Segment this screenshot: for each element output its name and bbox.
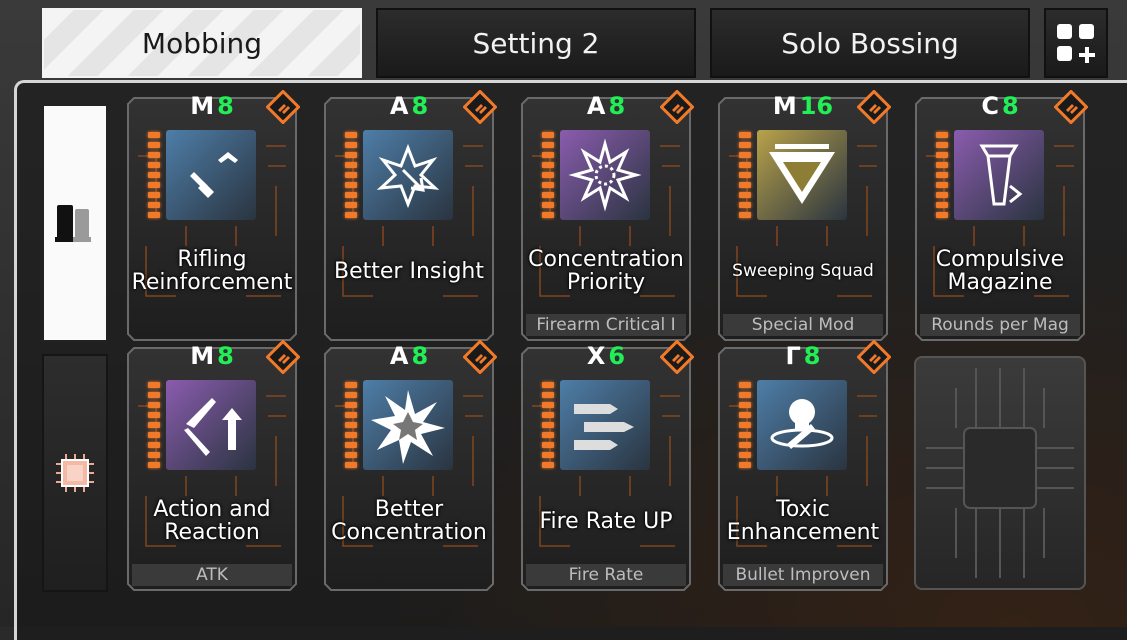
ammo-type-icon bbox=[266, 340, 300, 374]
bullets-icon bbox=[574, 404, 634, 450]
module-card[interactable]: M 8 Action and Reaction ATK bbox=[126, 340, 300, 592]
ammo-type-icon bbox=[266, 90, 300, 124]
module-card[interactable]: M 8 Rifling Reinforcement bbox=[126, 90, 300, 342]
add-tab-button[interactable] bbox=[1044, 8, 1108, 78]
ammo-type-icon bbox=[463, 340, 497, 374]
module-title: Action and Reaction bbox=[153, 497, 271, 545]
module-icon-box bbox=[560, 130, 650, 220]
module-symbol: M bbox=[190, 92, 215, 120]
module-level: 8 bbox=[411, 342, 429, 370]
capacity-leds bbox=[739, 132, 751, 218]
bullet-cartridge-icon bbox=[55, 205, 91, 242]
magazine-icon bbox=[979, 144, 1023, 206]
module-subtitle: Bullet Improven bbox=[723, 564, 883, 586]
grid-plus-icon bbox=[1057, 24, 1095, 63]
module-icon-box bbox=[166, 380, 256, 470]
burst-arrow-icon bbox=[376, 143, 440, 209]
module-title: Better Concentration bbox=[331, 497, 487, 545]
module-title: Fire Rate UP bbox=[539, 508, 673, 534]
capacity-leds bbox=[542, 382, 554, 468]
module-subtitle: Firearm Critical I bbox=[526, 314, 686, 336]
module-level: 8 bbox=[1001, 92, 1019, 120]
module-subtitle: ATK bbox=[132, 564, 292, 586]
tab-bar: Mobbing Setting 2 Solo Bossing bbox=[42, 8, 1108, 80]
level-badge: A 8 bbox=[363, 90, 455, 122]
circuit-chip-icon bbox=[926, 368, 1074, 578]
starburst-icon bbox=[568, 138, 642, 212]
module-symbol: A bbox=[389, 92, 409, 120]
module-card[interactable]: C 8 Compulsive Magazine Rounds per Mag bbox=[914, 90, 1088, 342]
module-subtitle: Special Mod bbox=[723, 314, 883, 336]
module-symbol: C bbox=[981, 92, 999, 120]
module-icon-box bbox=[560, 380, 650, 470]
tab-mobbing[interactable]: Mobbing bbox=[42, 8, 362, 78]
module-card[interactable]: A 8 Concentration Priority Firearm Criti… bbox=[520, 90, 694, 342]
module-card[interactable]: A 8 Better Concentration bbox=[323, 340, 497, 592]
module-level: 8 bbox=[608, 92, 626, 120]
module-card[interactable]: Γ 8 Toxic Enhancement Bullet Improven bbox=[717, 340, 891, 592]
level-badge: M 8 bbox=[166, 90, 258, 122]
module-symbol: A bbox=[389, 342, 409, 370]
module-title: Toxic Enhancement bbox=[726, 497, 880, 545]
level-badge: A 8 bbox=[363, 340, 455, 372]
ammo-type-icon bbox=[463, 90, 497, 124]
module-symbol: Γ bbox=[785, 342, 801, 370]
ammo-type-icon bbox=[857, 90, 891, 124]
module-symbol: M bbox=[190, 342, 215, 370]
capacity-leds bbox=[542, 132, 554, 218]
ammo-type-icon bbox=[660, 90, 694, 124]
module-subtitle: Rounds per Mag bbox=[920, 314, 1080, 336]
module-level: 8 bbox=[217, 92, 234, 120]
capacity-leds bbox=[739, 382, 751, 468]
level-badge: M 8 bbox=[166, 340, 258, 372]
module-icon-box bbox=[954, 130, 1044, 220]
capacity-leds bbox=[345, 382, 357, 468]
module-symbol: X bbox=[586, 342, 606, 370]
capacity-leds bbox=[936, 132, 948, 218]
module-level: 6 bbox=[608, 342, 626, 370]
module-icon-box bbox=[363, 380, 453, 470]
module-subtitle: Fire Rate bbox=[526, 564, 686, 586]
level-badge: C 8 bbox=[954, 90, 1046, 122]
module-level: 16 bbox=[799, 92, 834, 120]
capacity-leds bbox=[148, 382, 160, 468]
sidebar-item-weapon[interactable] bbox=[42, 104, 108, 342]
capacity-leds bbox=[345, 132, 357, 218]
module-level: 8 bbox=[217, 342, 234, 370]
module-icon-box bbox=[363, 130, 453, 220]
ammo-type-icon bbox=[1054, 90, 1088, 124]
module-icon-box bbox=[757, 130, 847, 220]
module-card[interactable]: M 16 Sweeping Squad Special Mod bbox=[717, 90, 891, 342]
module-title: Sweeping Squad bbox=[732, 260, 874, 281]
level-badge: A 8 bbox=[560, 90, 652, 122]
module-level: 8 bbox=[411, 92, 429, 120]
level-badge: Γ 8 bbox=[757, 340, 849, 372]
module-level: 8 bbox=[803, 342, 821, 370]
ammo-type-icon bbox=[857, 340, 891, 374]
chip-icon bbox=[56, 454, 94, 492]
level-badge: M 16 bbox=[757, 90, 849, 122]
module-symbol: A bbox=[586, 92, 606, 120]
module-symbol: M bbox=[772, 92, 797, 120]
skull-bullet-icon bbox=[770, 399, 834, 449]
module-title: Compulsive Magazine bbox=[935, 247, 1065, 295]
burst-icon bbox=[371, 390, 445, 464]
empty-module-slot[interactable] bbox=[914, 356, 1086, 590]
module-icon-box bbox=[166, 130, 256, 220]
level-badge: X 6 bbox=[560, 340, 652, 372]
module-card[interactable]: A 8 Better Insight bbox=[323, 90, 497, 342]
arrows-icon bbox=[184, 398, 242, 456]
shield-triangle-icon bbox=[769, 144, 835, 204]
tab-setting-2[interactable]: Setting 2 bbox=[376, 8, 696, 78]
module-title: Better Insight bbox=[334, 258, 484, 284]
ammo-type-icon bbox=[660, 340, 694, 374]
module-card[interactable]: X 6 Fire Rate UP Fire Rate bbox=[520, 340, 694, 592]
sidebar-item-chip[interactable] bbox=[42, 354, 108, 592]
tab-solo-bossing[interactable]: Solo Bossing bbox=[710, 8, 1030, 78]
module-title: Concentration Priority bbox=[528, 247, 684, 295]
bullet-up-icon bbox=[190, 152, 238, 198]
module-title: Rifling Reinforcement bbox=[131, 247, 293, 295]
capacity-leds bbox=[148, 132, 160, 218]
module-icon-box bbox=[757, 380, 847, 470]
